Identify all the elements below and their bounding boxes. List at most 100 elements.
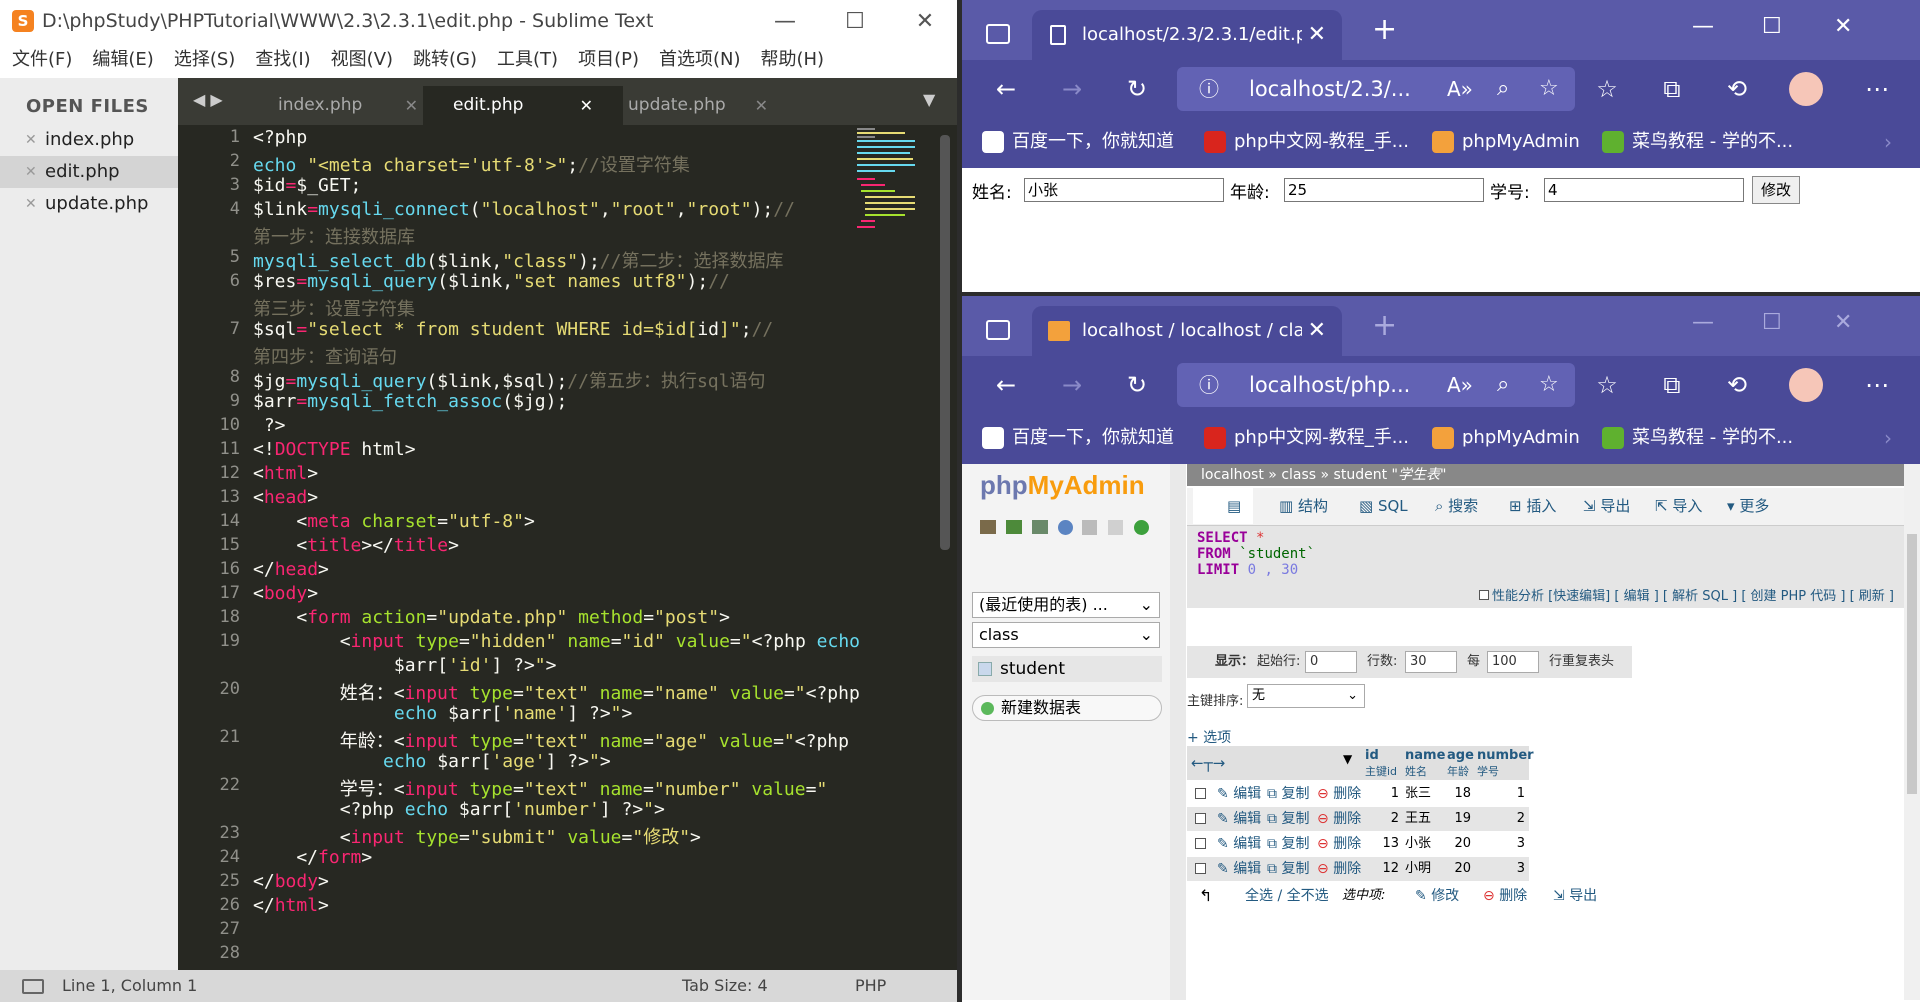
- close-icon[interactable]: ✕: [25, 156, 37, 188]
- refresh-icon[interactable]: ↻: [1117, 60, 1157, 118]
- docs-icon[interactable]: [1082, 520, 1097, 535]
- menu-find[interactable]: 查找(I): [243, 43, 310, 76]
- bulk-export-button[interactable]: ⇲ 导出: [1553, 882, 1597, 910]
- home-icon[interactable]: [980, 520, 996, 534]
- zoom-icon[interactable]: ⌕: [1497, 67, 1509, 111]
- tab-nav-arrows-icon[interactable]: ◀ ▶: [193, 90, 223, 109]
- row-checkbox[interactable]: [1195, 788, 1206, 799]
- edit-link[interactable]: ✎ 编辑: [1217, 857, 1261, 881]
- bookmark-baidu[interactable]: 百度一下，你就知道: [982, 118, 1174, 166]
- collections-icon[interactable]: ⧉: [1652, 356, 1692, 414]
- delete-link[interactable]: ⊖ 删除: [1317, 782, 1361, 806]
- menu-goto[interactable]: 跳转(G): [401, 43, 477, 76]
- tab-close-icon[interactable]: ✕: [755, 86, 768, 125]
- help-icon[interactable]: [1058, 520, 1073, 535]
- bookmark-phpmyadmin[interactable]: phpMyAdmin: [1432, 414, 1580, 462]
- favorite-add-icon[interactable]: ☆: [1539, 67, 1559, 111]
- tab-export[interactable]: ⇲ 导出: [1583, 488, 1630, 524]
- tab-close-icon[interactable]: ✕: [1308, 10, 1326, 60]
- read-aloud-icon[interactable]: A»: [1447, 363, 1473, 407]
- recent-tables-select[interactable]: (最近使用的表) ... ⌄: [972, 592, 1160, 618]
- menu-view[interactable]: 视图(V): [319, 43, 393, 76]
- profiling-checkbox[interactable]: [1478, 590, 1489, 600]
- close-icon[interactable]: ✕: [25, 124, 37, 156]
- expand-columns-icon[interactable]: ←┬→: [1191, 754, 1225, 772]
- collections-icon[interactable]: ⧉: [1652, 60, 1692, 118]
- rows-input[interactable]: 30: [1405, 651, 1457, 673]
- favorites-icon[interactable]: ☆: [1587, 356, 1627, 414]
- favorite-add-icon[interactable]: ☆: [1539, 363, 1559, 407]
- minimize-button[interactable]: —: [1692, 310, 1714, 335]
- avatar[interactable]: [1789, 72, 1823, 106]
- sql-query-icon[interactable]: [1032, 520, 1048, 534]
- delete-link[interactable]: ⊖ 删除: [1317, 807, 1361, 831]
- browser-tab[interactable]: localhost / localhost / class / stud ✕: [1032, 306, 1342, 356]
- copy-link[interactable]: ⧉ 复制: [1267, 807, 1309, 831]
- minimize-button[interactable]: —: [1692, 14, 1714, 39]
- scrollbar-thumb[interactable]: [1907, 534, 1917, 794]
- tab-close-icon[interactable]: ✕: [580, 86, 593, 125]
- edit-link[interactable]: ✎ 编辑: [1217, 782, 1261, 806]
- forward-icon[interactable]: →: [1052, 60, 1092, 118]
- address-bar[interactable]: ⓘ localhost/2.3/... A» ⌕ ☆: [1177, 67, 1575, 111]
- copy-link[interactable]: ⧉ 复制: [1267, 832, 1309, 856]
- column-header-age[interactable]: age 年龄: [1447, 748, 1474, 779]
- tab-insert[interactable]: ⊞ 插入: [1509, 488, 1556, 524]
- info-icon[interactable]: ⓘ: [1199, 67, 1219, 111]
- breadcrumb-server[interactable]: localhost »: [1201, 467, 1277, 483]
- more-icon[interactable]: ⋯: [1857, 356, 1897, 414]
- name-input[interactable]: 小张: [1024, 178, 1224, 202]
- bookmark-runoob[interactable]: 菜鸟教程 - 学的不...: [1602, 118, 1793, 166]
- number-input[interactable]: 4: [1544, 178, 1744, 202]
- close-button[interactable]: ✕: [1834, 310, 1852, 335]
- copy-link[interactable]: ⧉ 复制: [1267, 857, 1309, 881]
- tab-index[interactable]: index.php ✕: [248, 86, 448, 125]
- column-header-id[interactable]: id 主键id: [1365, 748, 1397, 779]
- avatar[interactable]: [1789, 368, 1823, 402]
- code-editor[interactable]: <?php echo "<meta charset='utf-8'>";//设置…: [253, 125, 860, 970]
- maximize-button[interactable]: ☐: [1762, 14, 1782, 39]
- bookmark-baidu[interactable]: 百度一下，你就知道: [982, 414, 1174, 462]
- close-icon[interactable]: ✕: [25, 188, 37, 220]
- submit-button[interactable]: 修改: [1752, 176, 1801, 204]
- splitter[interactable]: [1170, 464, 1186, 1000]
- tab-close-icon[interactable]: ✕: [405, 86, 418, 125]
- chevron-right-icon[interactable]: ›: [1884, 414, 1892, 462]
- sidebar-file-index[interactable]: ✕ index.php: [0, 124, 178, 156]
- row-checkbox[interactable]: [1195, 838, 1206, 849]
- favorites-icon[interactable]: ☆: [1587, 60, 1627, 118]
- tab-search[interactable]: ⌕ 搜索: [1435, 488, 1478, 524]
- tab-edit[interactable]: edit.php ✕: [423, 86, 623, 125]
- bookmark-phpcn[interactable]: php中文网-教程_手...: [1204, 118, 1409, 166]
- syntax-label[interactable]: PHP: [855, 970, 886, 1002]
- tab-browse[interactable]: ▤ 浏览: [1193, 488, 1253, 587]
- breadcrumb-db[interactable]: class »: [1281, 467, 1329, 483]
- refresh-icon[interactable]: ↻: [1117, 356, 1157, 414]
- minimap[interactable]: [855, 125, 935, 235]
- new-tab-icon[interactable]: +: [1372, 308, 1397, 343]
- row-checkbox[interactable]: [1195, 863, 1206, 874]
- forward-icon[interactable]: →: [1052, 356, 1092, 414]
- menu-selection[interactable]: 选择(S): [162, 43, 235, 76]
- edit-link[interactable]: ✎ 编辑: [1217, 832, 1261, 856]
- tab-more[interactable]: ▾ 更多: [1727, 488, 1769, 524]
- pma-logo[interactable]: phpMyAdmin: [980, 470, 1145, 501]
- bulk-delete-button[interactable]: ⊖ 删除: [1483, 882, 1527, 910]
- close-button[interactable]: ✕: [890, 0, 957, 43]
- column-header-number[interactable]: number 学号: [1477, 748, 1534, 779]
- menu-edit[interactable]: 编辑(E): [80, 43, 153, 76]
- menu-tools[interactable]: 工具(T): [485, 43, 558, 76]
- database-select[interactable]: class ⌄: [972, 622, 1160, 648]
- sql-links[interactable]: 性能分析 [快速编辑] [ 编辑 ] [ 解析 SQL ] [ 创建 PHP 代…: [1187, 586, 1904, 608]
- column-header-name[interactable]: name 姓名: [1405, 748, 1445, 779]
- editor-scrollbar[interactable]: [940, 135, 950, 550]
- tab-dropdown-icon[interactable]: ▼: [923, 90, 935, 109]
- menu-file[interactable]: 文件(F): [0, 43, 72, 76]
- tab-size[interactable]: Tab Size: 4: [682, 970, 768, 1002]
- menu-help[interactable]: 帮助(H): [749, 43, 825, 76]
- reload-nav-icon[interactable]: [1134, 520, 1149, 535]
- sort-arrow-icon[interactable]: ▼: [1343, 752, 1352, 766]
- bookmark-runoob[interactable]: 菜鸟教程 - 学的不...: [1602, 414, 1793, 462]
- browser-tab[interactable]: localhost/2.3/2.3.1/edit.php?id=1 ✕: [1032, 10, 1342, 60]
- info-icon[interactable]: ⓘ: [1199, 363, 1219, 407]
